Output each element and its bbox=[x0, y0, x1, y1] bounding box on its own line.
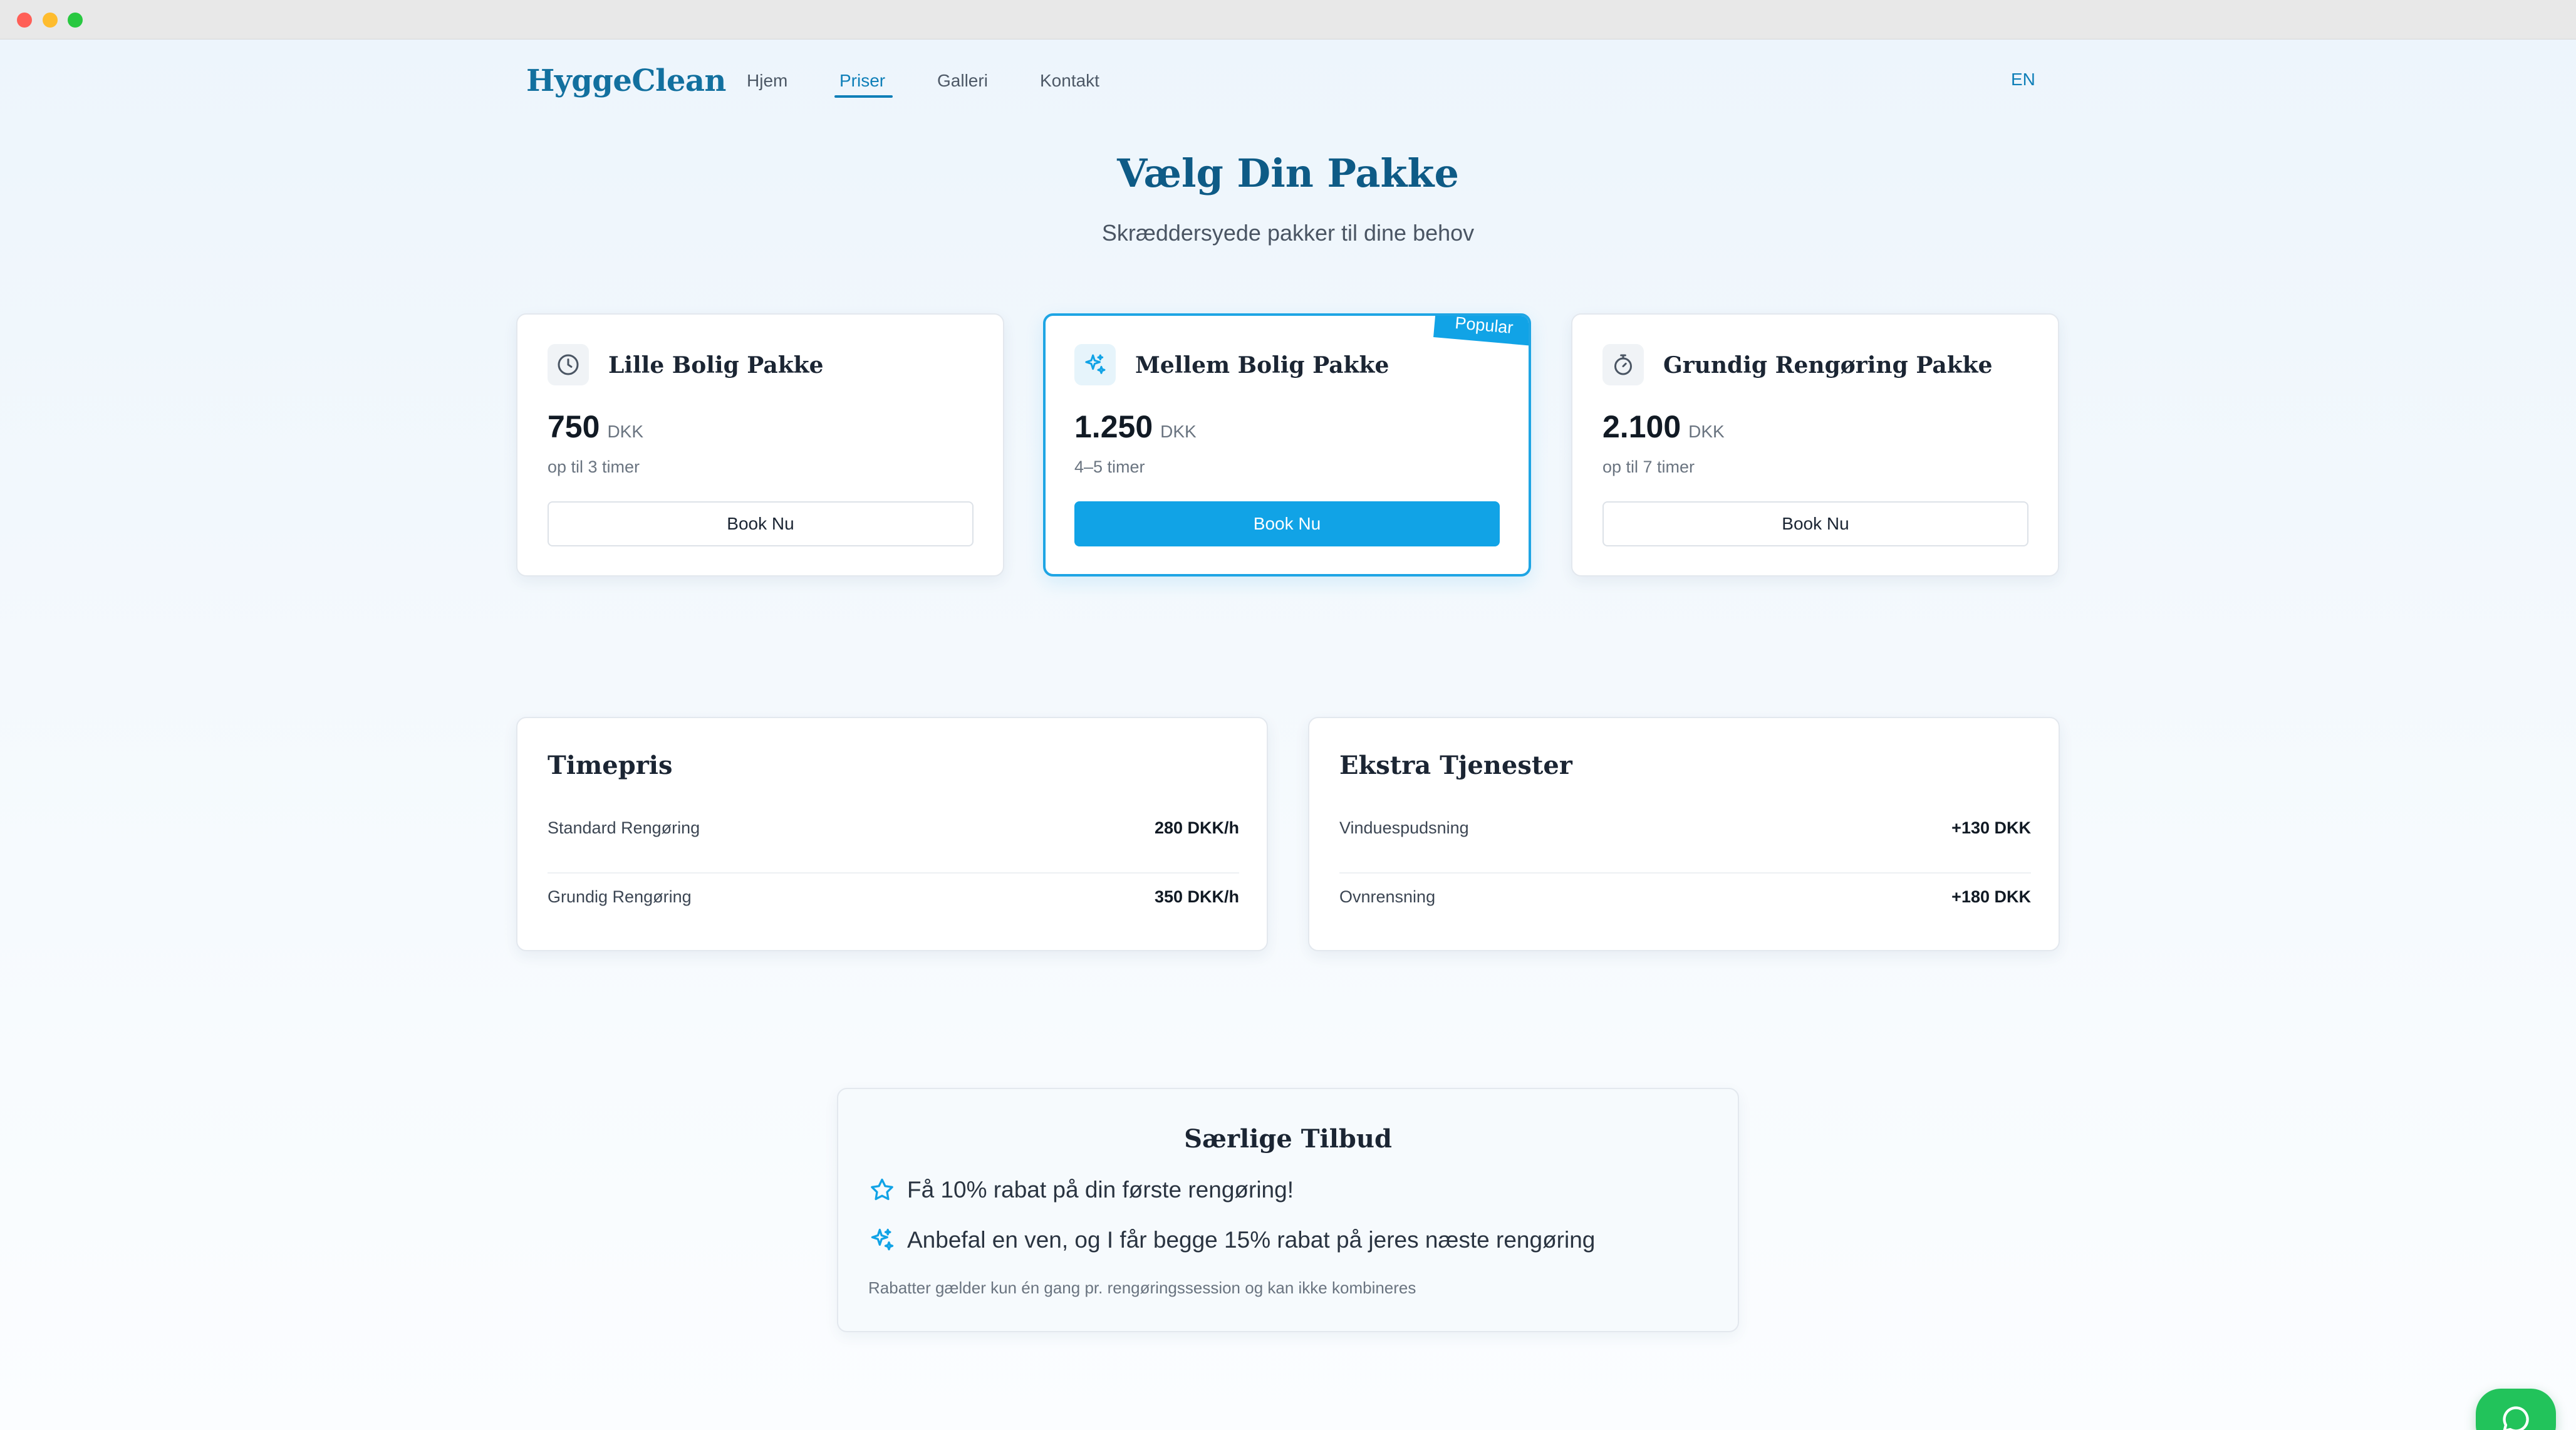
package-price: 2.100 DKK bbox=[1602, 409, 1725, 445]
offer-text: Få 10% rabat på din første rengøring! bbox=[907, 1177, 1294, 1203]
package-currency: DKK bbox=[1688, 422, 1725, 441]
star-icon bbox=[871, 1178, 893, 1201]
package-card-medium: Popular Mellem Bolig Pakke 1.250 DKK 4–5 … bbox=[1043, 313, 1531, 577]
page-subtitle: Skræddersyede pakker til dine behov bbox=[1101, 220, 1475, 246]
nav-active-indicator bbox=[834, 95, 893, 98]
popular-badge: Popular bbox=[1433, 316, 1529, 346]
price-row: Ovnrensning +180 DKK bbox=[1339, 875, 2031, 942]
extra-services-title: Ekstra Tjenester bbox=[1339, 751, 1572, 780]
price-row: Vinduespudsning +130 DKK bbox=[1339, 806, 2031, 874]
package-name: Lille Bolig Pakke bbox=[608, 352, 824, 378]
package-duration: op til 3 timer bbox=[548, 457, 640, 476]
timer-icon bbox=[1602, 344, 1644, 385]
offer-text: Anbefal en ven, og I får begge 15% rabat… bbox=[907, 1227, 1596, 1253]
clock-icon bbox=[548, 344, 589, 385]
sparkles-icon bbox=[1074, 344, 1116, 385]
window-maximize-button[interactable] bbox=[68, 13, 83, 28]
language-switch[interactable]: EN bbox=[2011, 70, 2035, 90]
hourly-rates-card: Timepris Standard Rengøring 280 DKK/h Gr… bbox=[516, 717, 1268, 951]
price-row-label: Standard Rengøring bbox=[548, 818, 700, 837]
package-name: Grundig Rengøring Pakke bbox=[1663, 352, 1993, 378]
offer-item: Få 10% rabat på din første rengøring! bbox=[868, 1174, 1294, 1206]
nav-link-galleri[interactable]: Galleri bbox=[937, 71, 988, 91]
nav-link-kontakt[interactable]: Kontakt bbox=[1040, 71, 1099, 91]
special-offers-title: Særlige Tilbud bbox=[1184, 1124, 1392, 1154]
package-name: Mellem Bolig Pakke bbox=[1135, 352, 1389, 378]
book-now-button[interactable]: Book Nu bbox=[548, 501, 974, 546]
package-currency: DKK bbox=[607, 422, 644, 441]
page-title: Vælg Din Pakke bbox=[1117, 150, 1459, 196]
package-card-small: Lille Bolig Pakke 750 DKK op til 3 timer … bbox=[516, 313, 1004, 577]
book-now-button[interactable]: Book Nu bbox=[1074, 501, 1500, 546]
sparkles-icon bbox=[871, 1228, 894, 1251]
book-now-button[interactable]: Book Nu bbox=[1602, 501, 2028, 546]
price-row-label: Ovnrensning bbox=[1339, 887, 1436, 906]
package-duration: 4–5 timer bbox=[1074, 457, 1145, 476]
window-close-button[interactable] bbox=[17, 13, 32, 28]
package-card-deep-clean: Grundig Rengøring Pakke 2.100 DKK op til … bbox=[1571, 313, 2059, 577]
price-row: Grundig Rengøring 350 DKK/h bbox=[548, 875, 1239, 942]
price-row-label: Grundig Rengøring bbox=[548, 887, 692, 906]
price-row-value: 350 DKK/h bbox=[1154, 887, 1239, 906]
nav-link-hjem[interactable]: Hjem bbox=[747, 71, 787, 91]
price-row-value: +130 DKK bbox=[1951, 818, 2031, 837]
offers-disclaimer: Rabatter gælder kun én gang pr. rengørin… bbox=[868, 1278, 1416, 1297]
special-offers-card: Særlige Tilbud Få 10% rabat på din først… bbox=[837, 1088, 1739, 1332]
package-price: 1.250 DKK bbox=[1074, 409, 1197, 445]
package-price-value: 2.100 bbox=[1602, 409, 1681, 444]
price-row: Standard Rengøring 280 DKK/h bbox=[548, 806, 1239, 874]
nav-link-priser[interactable]: Priser bbox=[839, 71, 885, 91]
offer-item: Anbefal en ven, og I får begge 15% rabat… bbox=[868, 1224, 1595, 1256]
package-price-value: 750 bbox=[548, 409, 600, 444]
price-row-label: Vinduespudsning bbox=[1339, 818, 1469, 837]
extra-services-card: Ekstra Tjenester Vinduespudsning +130 DK… bbox=[1308, 717, 2060, 951]
browser-chrome bbox=[0, 0, 2576, 39]
package-currency: DKK bbox=[1160, 422, 1197, 441]
price-row-value: 280 DKK/h bbox=[1154, 818, 1239, 837]
brand-logo[interactable]: HyggeClean bbox=[526, 63, 726, 98]
hourly-rates-title: Timepris bbox=[548, 751, 673, 780]
chat-bubble-icon bbox=[2503, 1406, 2529, 1430]
package-price-value: 1.250 bbox=[1074, 409, 1153, 444]
pricing-page: HyggeClean Hjem Priser Galleri Kontakt E… bbox=[0, 39, 2576, 1430]
price-row-value: +180 DKK bbox=[1951, 887, 2031, 906]
package-duration: op til 7 timer bbox=[1602, 457, 1695, 476]
chat-button[interactable] bbox=[2476, 1389, 2556, 1430]
package-price: 750 DKK bbox=[548, 409, 643, 445]
window-minimize-button[interactable] bbox=[43, 13, 58, 28]
